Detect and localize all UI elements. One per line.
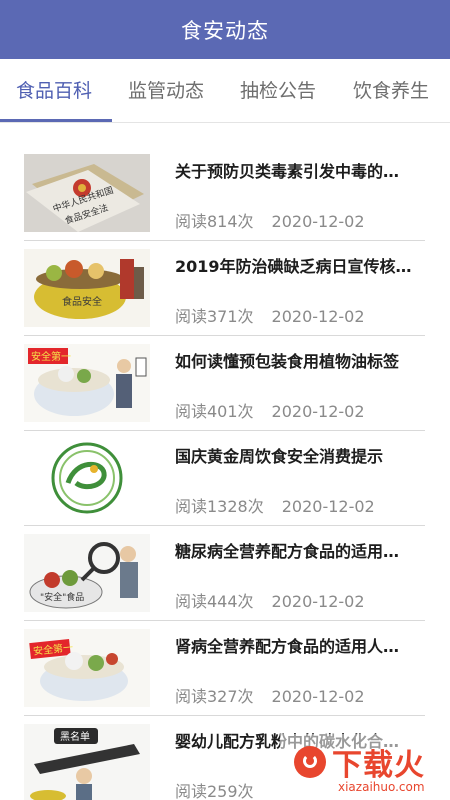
svg-text:安全第一: 安全第一 bbox=[31, 350, 71, 363]
article-meta: 阅读814次 2020-12-02 bbox=[175, 208, 365, 232]
article-meta: 阅读444次 2020-12-02 bbox=[175, 588, 365, 612]
list-item[interactable]: 安全第一 如何读懂预包装食用植物油标签 阅读401次 2020-12-02 bbox=[24, 336, 425, 431]
category-tabs: 食品百科 监管动态 抽检公告 饮食养生 bbox=[0, 59, 450, 123]
article-title: 国庆黄金周饮食安全消费提示 bbox=[175, 447, 384, 466]
food-safety-law-book-image: 中华人民共和国 食品安全法 bbox=[24, 154, 150, 232]
svg-text:黑名单: 黑名单 bbox=[60, 730, 90, 743]
publish-date: 2020-12-02 bbox=[281, 497, 375, 516]
article-meta: 阅读1328次 2020-12-02 bbox=[175, 493, 375, 517]
publish-date: 2020-12-02 bbox=[271, 307, 365, 326]
watermark-url: xiazaihuo.com bbox=[338, 780, 425, 794]
article-meta: 阅读371次 2020-12-02 bbox=[175, 303, 365, 327]
read-count: 阅读371次 bbox=[175, 307, 254, 326]
publish-date: 2020-12-02 bbox=[271, 592, 365, 611]
list-item[interactable]: 食品安全 2019年防治碘缺乏病日宣传核… 阅读371次 2020-12-02 bbox=[24, 241, 425, 336]
list-item[interactable]: 安全第一 肾病全营养配方食品的适用人… 阅读327次 2020-12-02 bbox=[24, 621, 425, 716]
article-title: 糖尿病全营养配方食品的适用… bbox=[175, 542, 400, 561]
magnifier-inspector-cartoon-image: "安全"食品 bbox=[24, 534, 150, 612]
article-meta: 阅读259次 bbox=[175, 778, 254, 800]
article-title: 如何读懂预包装食用植物油标签 bbox=[175, 352, 400, 371]
tab-regulatory-news[interactable]: 监管动态 bbox=[128, 59, 204, 123]
list-item[interactable]: 中华人民共和国 食品安全法 关于预防贝类毒素引发中毒的… 阅读814次 2020-… bbox=[24, 146, 425, 241]
publish-date: 2020-12-02 bbox=[271, 687, 365, 706]
read-count: 阅读327次 bbox=[175, 687, 254, 706]
tab-diet-health[interactable]: 饮食养生 bbox=[353, 59, 429, 123]
svg-text:食品安全: 食品安全 bbox=[62, 295, 102, 308]
watermark-text: 下载火 bbox=[332, 748, 425, 783]
read-count: 阅读1328次 bbox=[175, 497, 264, 516]
page-title: 食安动态 bbox=[181, 18, 269, 43]
svg-text:"安全"食品: "安全"食品 bbox=[40, 591, 84, 603]
read-count: 阅读814次 bbox=[175, 212, 254, 231]
food-safety-bowl-cartoon-image: 食品安全 bbox=[24, 249, 150, 327]
safety-first-bowl-inspector-cartoon-image: 安全第一 bbox=[24, 344, 150, 422]
read-count: 阅读444次 bbox=[175, 592, 254, 611]
publish-date: 2020-12-02 bbox=[271, 402, 365, 421]
tab-inspection-notices[interactable]: 抽检公告 bbox=[240, 59, 316, 123]
article-meta: 阅读401次 2020-12-02 bbox=[175, 398, 365, 422]
active-tab-indicator bbox=[0, 119, 112, 122]
list-item[interactable]: "安全"食品 糖尿病全营养配方食品的适用… 阅读444次 2020-12-02 bbox=[24, 526, 425, 621]
china-food-security-logo-image bbox=[24, 439, 150, 517]
tab-food-encyclopedia[interactable]: 食品百科 bbox=[16, 59, 92, 123]
watermark-logo: 下载火 xiazaihuo.com bbox=[280, 734, 450, 800]
article-title: 肾病全营养配方食品的适用人… bbox=[175, 637, 400, 656]
article-title: 2019年防治碘缺乏病日宣传核… bbox=[175, 257, 412, 276]
blacklist-cartoon-image: 黑名单 bbox=[24, 724, 150, 800]
app-bar: 食安动态 bbox=[0, 0, 450, 59]
article-title: 关于预防贝类毒素引发中毒的… bbox=[175, 162, 400, 181]
read-count: 阅读401次 bbox=[175, 402, 254, 421]
publish-date: 2020-12-02 bbox=[271, 212, 365, 231]
download-icon bbox=[294, 746, 326, 778]
safety-first-bowl-cartoon-image: 安全第一 bbox=[24, 629, 150, 707]
read-count: 阅读259次 bbox=[175, 782, 254, 800]
article-meta: 阅读327次 2020-12-02 bbox=[175, 683, 365, 707]
list-item[interactable]: 国庆黄金周饮食安全消费提示 阅读1328次 2020-12-02 bbox=[24, 431, 425, 526]
